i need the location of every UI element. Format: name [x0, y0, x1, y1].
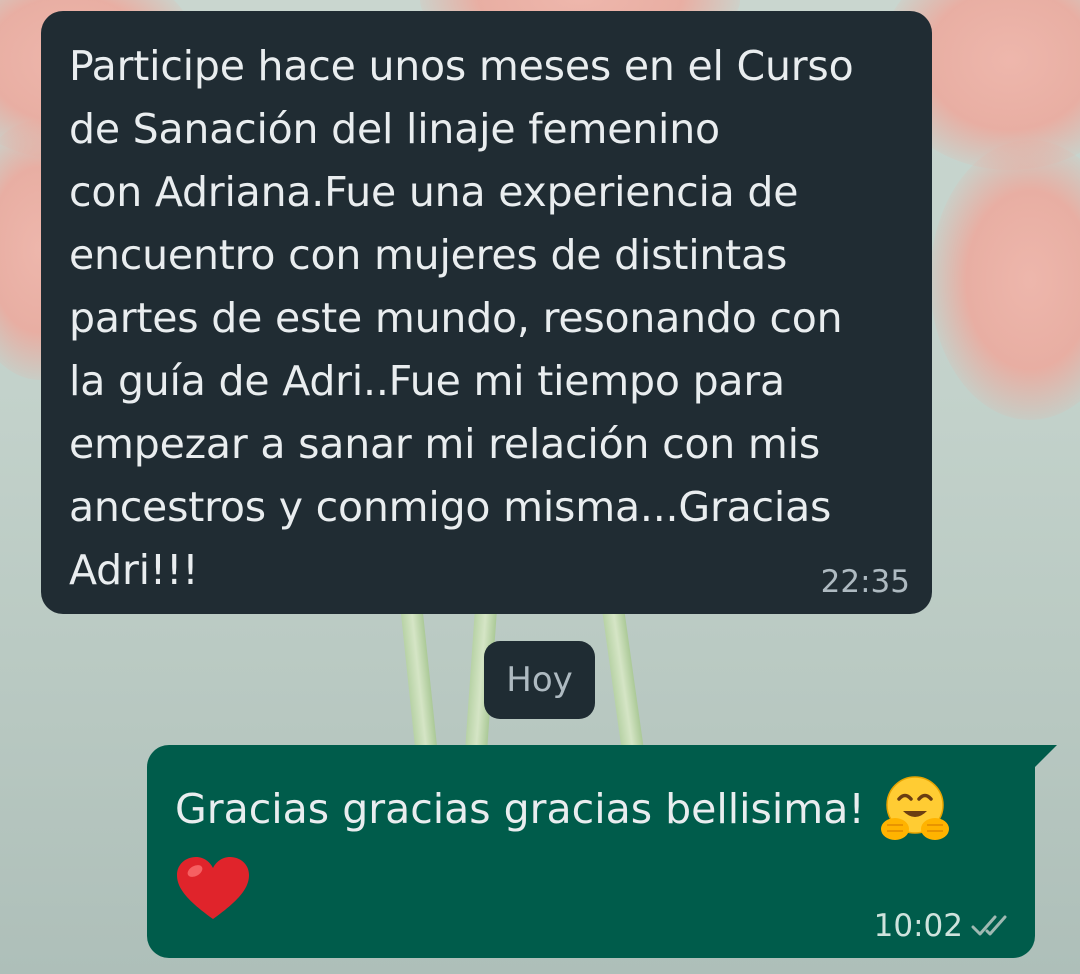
outgoing-message-bubble[interactable]: Gracias gracias gracias bellisima! 10:02 [147, 745, 1057, 958]
outgoing-message-text: Gracias gracias gracias bellisima! [175, 785, 865, 833]
bubble-tail [1033, 745, 1057, 769]
double-check-icon [971, 915, 1007, 936]
outgoing-message-meta: 10:02 [874, 908, 1013, 944]
red-heart-emoji-icon [177, 857, 249, 919]
incoming-message-time: 22:35 [820, 564, 910, 600]
incoming-message-bubble[interactable]: Participe hace unos meses en el Curso de… [41, 11, 932, 614]
hugging-face-emoji-icon [880, 776, 949, 840]
incoming-message-text: Participe hace unos meses en el Curso de… [69, 42, 854, 594]
outgoing-message-time: 10:02 [873, 908, 963, 944]
outgoing-message-line: Gracias gracias gracias bellisima! [175, 775, 1005, 843]
date-separator: Hoy [484, 641, 595, 719]
